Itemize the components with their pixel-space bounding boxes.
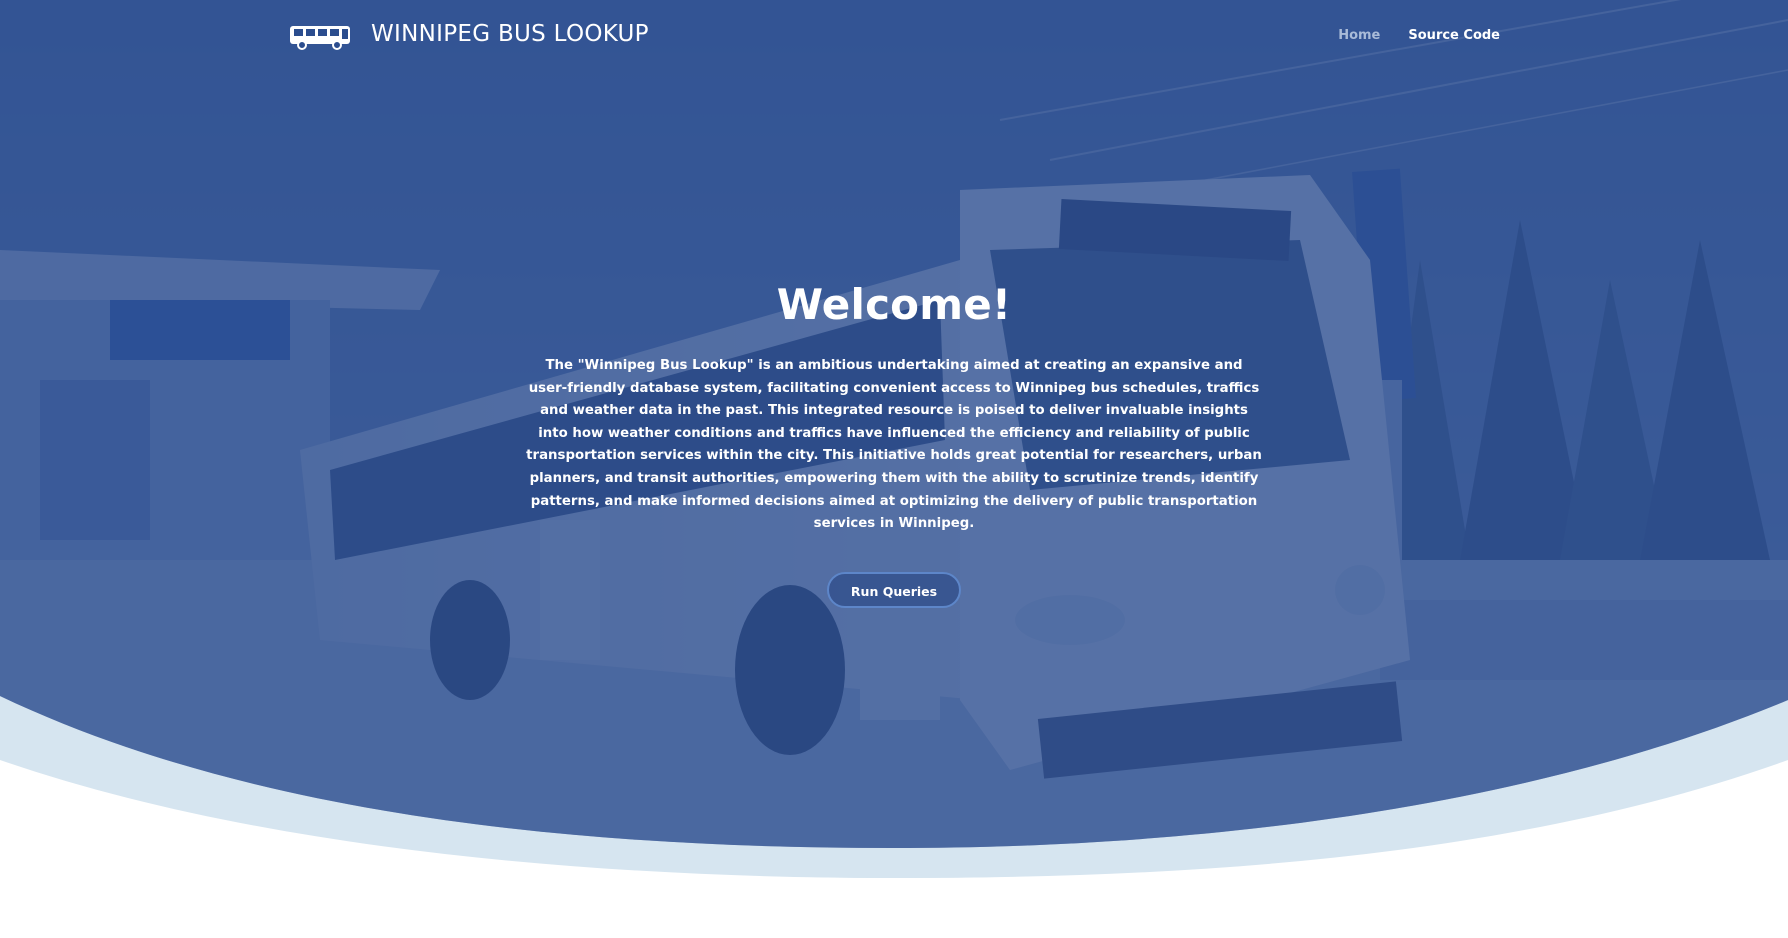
hero-content: Welcome! The "Winnipeg Bus Lookup" is an… (0, 280, 1788, 608)
main-nav: Home Source Code (1338, 28, 1500, 43)
nav-item-home[interactable]: Home (1338, 28, 1380, 43)
brand-title[interactable]: WINNIPEG BUS LOOKUP (371, 21, 649, 47)
run-queries-button[interactable]: Run Queries (827, 571, 961, 608)
bus-icon[interactable] (289, 24, 353, 50)
site-header: WINNIPEG BUS LOOKUP Home Source Code (0, 0, 1788, 74)
page: WINNIPEG BUS LOOKUP Home Source Code Wel… (0, 0, 1788, 938)
page-title: Welcome! (776, 280, 1012, 329)
nav-item-source-code[interactable]: Source Code (1408, 28, 1500, 43)
hero-description: The "Winnipeg Bus Lookup" is an ambitiou… (526, 358, 1262, 532)
